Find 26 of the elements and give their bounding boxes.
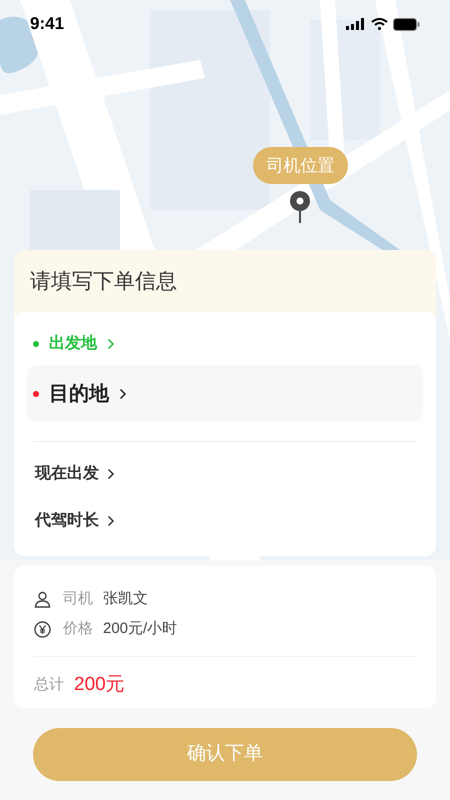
form-title: 请填写下单信息 <box>30 270 177 293</box>
status-time: 9:41 <box>30 13 64 36</box>
option-label: 现在出发 <box>35 464 99 484</box>
location-label: 目的地 <box>49 382 109 406</box>
info-value: 200元/小时 <box>103 618 178 639</box>
option-label: 代驾时长 <box>35 510 99 530</box>
option-item[interactable]: 现在出发 <box>27 450 423 497</box>
chevron-icon <box>107 468 115 480</box>
info-label: 司机 <box>63 588 93 609</box>
battery-icon <box>393 18 420 30</box>
info-value: 张凯文 <box>103 588 148 609</box>
person-icon <box>34 590 51 608</box>
yen-icon <box>34 620 51 638</box>
total-price: 200元 <box>74 672 125 697</box>
chevron-icon <box>107 514 115 526</box>
option-item[interactable]: 代驾时长 <box>27 497 423 544</box>
map-pin-icon <box>289 190 311 224</box>
signal-icon <box>346 18 366 30</box>
wifi-icon <box>371 18 388 30</box>
location-label: 出发地 <box>49 334 97 354</box>
location-item[interactable]: 目的地 <box>27 365 423 422</box>
total-label: 总计 <box>34 674 64 695</box>
info-label: 价格 <box>63 618 93 639</box>
driver-location-label: 司机位置 <box>253 147 348 184</box>
chevron-icon <box>119 388 127 400</box>
chevron-icon <box>107 338 115 350</box>
